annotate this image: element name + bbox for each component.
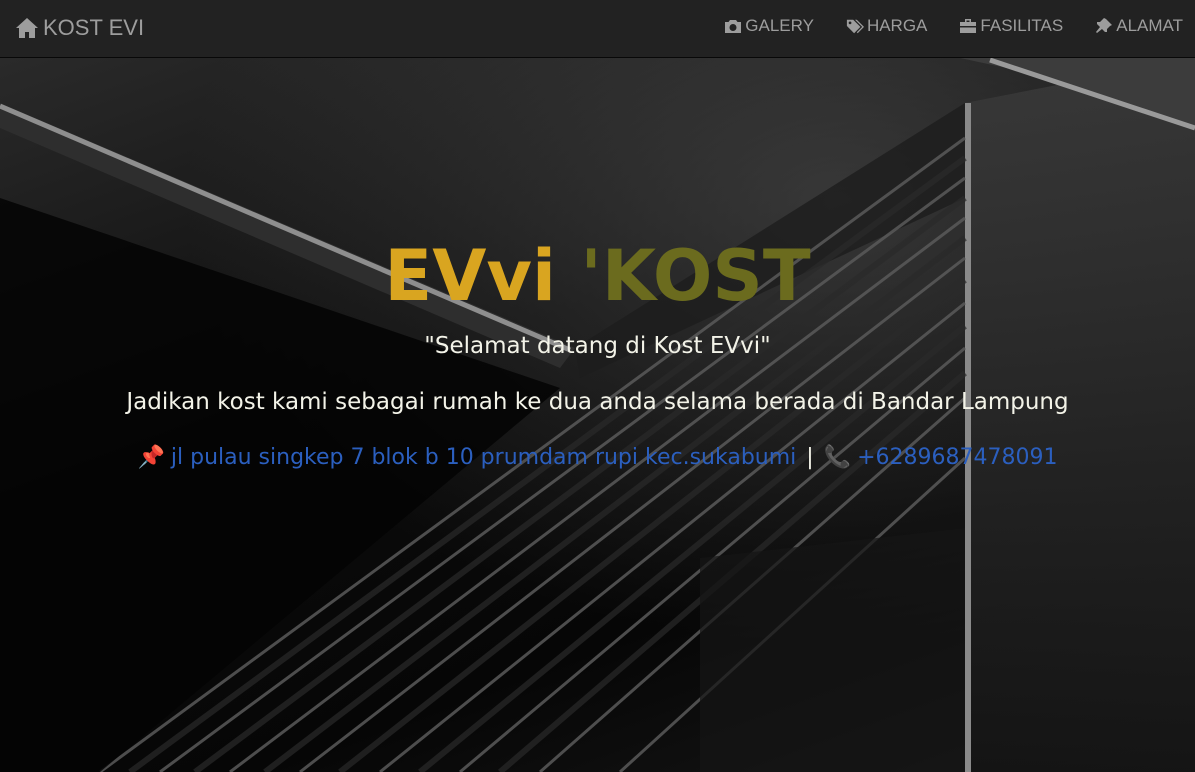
brand-link[interactable]: KOST EVI xyxy=(15,13,144,43)
nav-item-fasilitas[interactable]: FASILITAS xyxy=(947,0,1083,52)
pushpin-icon: 📌 xyxy=(137,445,165,470)
nav-label-alamat: ALAMAT xyxy=(1116,16,1183,35)
tagline-text: Jadikan kost kami sebagai rumah ke dua a… xyxy=(126,389,1069,415)
nav-item-harga[interactable]: HARGA xyxy=(834,0,947,52)
nav-item-alamat[interactable]: ALAMAT xyxy=(1083,0,1195,52)
camera-icon xyxy=(725,20,742,33)
contact-separator: | xyxy=(806,445,814,470)
phone-link[interactable]: +6289687478091 xyxy=(857,442,1057,474)
nav-item-galery[interactable]: GALERY xyxy=(712,0,834,52)
hero-title-kost: 'KOST xyxy=(580,235,811,317)
home-icon xyxy=(16,18,38,38)
tags-icon xyxy=(846,19,864,34)
pushpin-icon xyxy=(1096,18,1113,33)
nav-label-harga: HARGA xyxy=(866,16,928,35)
welcome-text: "Selamat datang di Kost EVvi" xyxy=(424,333,771,359)
phone-icon: 📞 xyxy=(823,445,852,470)
hero-content: EVvi 'KOST "Selamat datang di Kost EVvi"… xyxy=(0,230,1195,474)
brand-label: KOST EVI xyxy=(43,15,145,40)
nav-label-galery: GALERY xyxy=(745,16,814,35)
nav-menu: GALERY HARGA FASILITAS ALAMAT xyxy=(712,0,1195,52)
contact-line: 📌 jl pulau singkep 7 blok b 10 prumdam r… xyxy=(0,442,1195,474)
briefcase-icon xyxy=(960,19,977,33)
address-link[interactable]: jl pulau singkep 7 blok b 10 prumdam rup… xyxy=(171,442,796,474)
hero-title-evvi: EVvi xyxy=(384,235,557,317)
hero-title: EVvi 'KOST xyxy=(0,230,1195,322)
nav-label-fasilitas: FASILITAS xyxy=(980,16,1064,35)
navbar: KOST EVI GALERY HARGA FASILITAS ALAMAT xyxy=(0,0,1195,58)
